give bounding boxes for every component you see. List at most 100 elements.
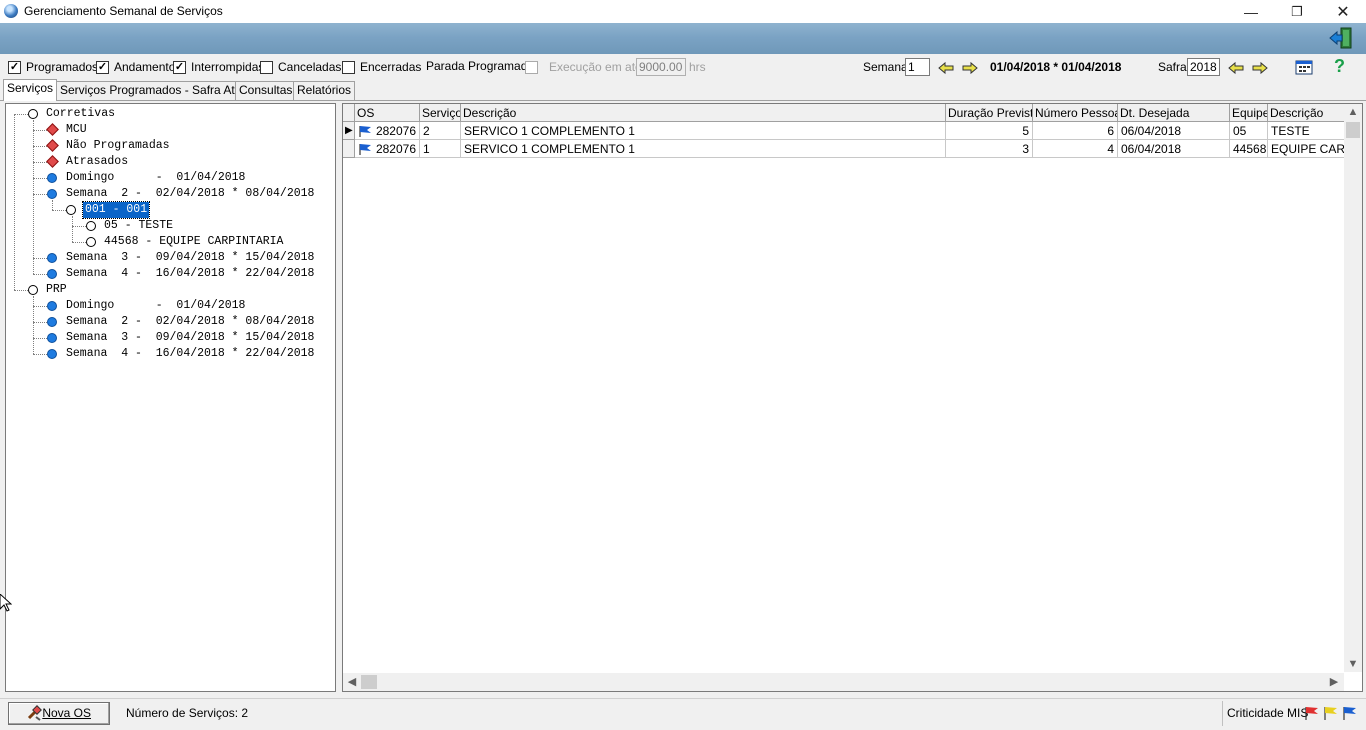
- column-header-dt-desejada[interactable]: Dt. Desejada: [1118, 104, 1230, 122]
- services-grid[interactable]: OS Serviço Descrição Duração Prevista Nú…: [342, 103, 1363, 692]
- minimize-button[interactable]: —: [1228, 0, 1274, 23]
- column-header-equipe-descricao[interactable]: Descrição: [1268, 104, 1348, 122]
- tree-node-semana-4[interactable]: Semana 4 - 16/04/2018 * 22/04/2018: [47, 266, 314, 282]
- tree-node-001[interactable]: 001 - 001: [66, 201, 151, 219]
- andamento-checkbox[interactable]: [96, 61, 109, 74]
- red-flag-icon[interactable]: [1304, 706, 1319, 720]
- column-header-servico[interactable]: Serviço: [420, 104, 461, 122]
- row-indicator[interactable]: [343, 140, 355, 158]
- safra-prev-icon[interactable]: [1227, 60, 1245, 76]
- restore-button[interactable]: ❐: [1274, 0, 1320, 23]
- tree-node-nao-programadas[interactable]: Não Programadas: [46, 138, 170, 154]
- date-range-label: 01/04/2018 * 01/04/2018: [990, 60, 1122, 74]
- column-header-descricao[interactable]: Descrição: [461, 104, 946, 122]
- table-cell-descricao[interactable]: SERVICO 1 COMPLEMENTO 1: [461, 122, 946, 140]
- blue-circle-icon: [47, 301, 57, 311]
- safra-next-icon[interactable]: [1251, 60, 1269, 76]
- horizontal-scrollbar[interactable]: ◀ ▶: [343, 673, 1344, 691]
- service-count-label: Número de Serviços: 2: [126, 706, 249, 720]
- encerradas-checkbox[interactable]: [342, 61, 355, 74]
- execucao-field[interactable]: 9000.00: [636, 58, 686, 76]
- tree-node-prp-semana-4[interactable]: Semana 4 - 16/04/2018 * 22/04/2018: [47, 346, 314, 362]
- execucao-unit: hrs: [689, 60, 706, 74]
- table-cell-duracao[interactable]: 3: [946, 140, 1033, 158]
- tree-node-equipe-05[interactable]: 05 - TESTE: [86, 218, 173, 234]
- tree-node-atrasados[interactable]: Atrasados: [46, 154, 128, 170]
- scroll-down-icon[interactable]: ▼: [1345, 658, 1361, 670]
- safra-field[interactable]: 2018: [1187, 58, 1220, 76]
- tab-servicos[interactable]: Serviços: [3, 79, 58, 101]
- vertical-scrollbar[interactable]: ▲ ▼: [1344, 104, 1362, 672]
- tree-node-semana-3[interactable]: Semana 3 - 09/04/2018 * 15/04/2018: [47, 250, 314, 266]
- execucao-label: Execução em até: [549, 60, 642, 74]
- tree-node-domingo[interactable]: Domingo - 01/04/2018: [47, 170, 245, 186]
- column-header-equipe[interactable]: Equipe: [1230, 104, 1268, 122]
- programados-label: Programados: [26, 60, 99, 74]
- blue-circle-icon: [47, 333, 57, 343]
- table-cell-os[interactable]: 282076: [355, 122, 420, 140]
- tools-icon: [27, 705, 42, 721]
- services-tree[interactable]: Corretivas MCU Não Programadas Atrasados…: [5, 103, 336, 692]
- blue-circle-icon: [47, 253, 57, 263]
- table-cell-duracao[interactable]: 5: [946, 122, 1033, 140]
- parada-programada-checkbox[interactable]: [525, 61, 538, 74]
- tree-connector: [14, 114, 15, 290]
- tree-node-semana-2[interactable]: Semana 2 - 02/04/2018 * 08/04/2018: [47, 186, 314, 202]
- tree-connector: [14, 114, 28, 115]
- blue-flag-icon: [359, 126, 371, 137]
- semana-next-icon[interactable]: [961, 60, 979, 76]
- header-banner: [0, 23, 1366, 54]
- restore-icon: ❐: [1291, 3, 1303, 19]
- tab-relatorios[interactable]: Relatórios: [293, 81, 356, 100]
- table-cell-pessoas[interactable]: 6: [1033, 122, 1118, 140]
- semana-label: Semana: [863, 60, 908, 74]
- table-cell-descricao[interactable]: SERVICO 1 COMPLEMENTO 1: [461, 140, 946, 158]
- canceladas-checkbox[interactable]: [260, 61, 273, 74]
- tree-connector: [33, 258, 47, 259]
- column-header-duracao[interactable]: Duração Prevista: [946, 104, 1033, 122]
- scroll-right-icon[interactable]: ▶: [1326, 675, 1342, 688]
- current-row-arrow-icon: ▶: [345, 125, 353, 136]
- close-button[interactable]: ✕: [1320, 0, 1366, 23]
- tree-node-prp-semana-3[interactable]: Semana 3 - 09/04/2018 * 15/04/2018: [47, 330, 314, 346]
- horizontal-scroll-thumb[interactable]: [361, 675, 377, 689]
- nova-os-button[interactable]: Nova OS: [8, 702, 110, 725]
- semana-prev-icon[interactable]: [937, 60, 955, 76]
- tree-node-equipe-44568[interactable]: 44568 - EQUIPE CARPINTARIA: [86, 234, 283, 250]
- criticidade-label: Criticidade MIS: [1227, 706, 1309, 720]
- table-cell-equipe[interactable]: 05: [1230, 122, 1268, 140]
- table-cell-pessoas[interactable]: 4: [1033, 140, 1118, 158]
- tree-node-prp-semana-2[interactable]: Semana 2 - 02/04/2018 * 08/04/2018: [47, 314, 314, 330]
- table-cell-servico[interactable]: 1: [420, 140, 461, 158]
- tab-consultas[interactable]: Consultas: [235, 81, 297, 100]
- table-cell-dt-desejada[interactable]: 06/04/2018: [1118, 140, 1230, 158]
- table-cell-os[interactable]: 282076: [355, 140, 420, 158]
- yellow-flag-icon[interactable]: [1323, 706, 1338, 720]
- calendar-icon[interactable]: [1295, 59, 1313, 75]
- table-cell-equipe[interactable]: 44568: [1230, 140, 1268, 158]
- interrompidas-checkbox[interactable]: [173, 61, 186, 74]
- tab-servicos-programados[interactable]: Serviços Programados - Safra Atual: [56, 81, 255, 100]
- exit-door-icon[interactable]: [1328, 26, 1354, 50]
- table-cell-servico[interactable]: 2: [420, 122, 461, 140]
- table-cell-equipe-descricao[interactable]: EQUIPE CARP: [1268, 140, 1348, 158]
- tab-strip-line: [0, 100, 1366, 101]
- tree-node-mcu[interactable]: MCU: [46, 122, 87, 138]
- blue-flag-icon[interactable]: [1342, 706, 1357, 720]
- scroll-left-icon[interactable]: ◀: [344, 675, 360, 688]
- vertical-scroll-thumb[interactable]: [1346, 122, 1360, 138]
- help-icon[interactable]: ?: [1334, 56, 1345, 77]
- semana-field[interactable]: 1: [905, 58, 930, 76]
- row-indicator[interactable]: ▶: [343, 122, 355, 140]
- column-header-os[interactable]: OS: [355, 104, 420, 122]
- tree-node-prp-domingo[interactable]: Domingo - 01/04/2018: [47, 298, 245, 314]
- table-cell-dt-desejada[interactable]: 06/04/2018: [1118, 122, 1230, 140]
- open-circle-icon: [86, 237, 96, 247]
- table-cell-equipe-descricao[interactable]: TESTE: [1268, 122, 1348, 140]
- tree-node-corretivas[interactable]: Corretivas: [28, 106, 115, 122]
- scroll-up-icon[interactable]: ▲: [1345, 106, 1361, 118]
- programados-checkbox[interactable]: [8, 61, 21, 74]
- encerradas-label: Encerradas: [360, 60, 422, 74]
- tree-node-prp[interactable]: PRP: [28, 282, 67, 298]
- column-header-pessoas[interactable]: Número Pessoas: [1033, 104, 1118, 122]
